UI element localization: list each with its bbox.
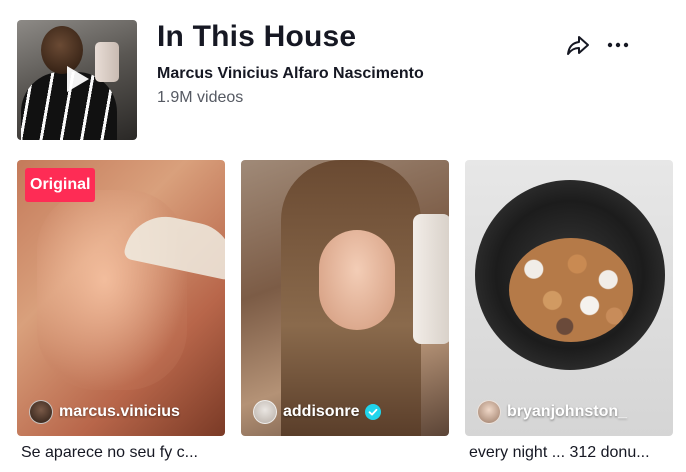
username[interactable]: bryanjohnston_ <box>507 403 627 421</box>
username[interactable]: marcus.vinicius <box>59 403 180 421</box>
play-icon[interactable] <box>67 66 89 92</box>
video-count: 1.9M videos <box>157 89 244 106</box>
thumbnail-detail <box>413 214 449 344</box>
more-button[interactable] <box>605 32 631 58</box>
sound-author[interactable]: Marcus Vinicius Alfaro Nascimento <box>157 65 424 83</box>
video-author[interactable]: addisonre <box>253 400 382 424</box>
share-icon <box>567 36 589 55</box>
more-icon <box>607 42 629 48</box>
thumbnail-detail <box>509 238 633 342</box>
thumbnail-detail <box>319 230 395 330</box>
share-button[interactable] <box>565 32 591 58</box>
video-card[interactable]: Original marcus.vinicius <box>17 160 225 436</box>
video-card[interactable]: addisonre <box>241 160 449 436</box>
sound-cover[interactable] <box>17 20 137 140</box>
cover-phone <box>95 42 119 82</box>
avatar[interactable] <box>253 400 277 424</box>
video-grid: Original marcus.vinicius addisonre bryan… <box>17 160 673 472</box>
video-card[interactable]: bryanjohnston_ <box>465 160 673 436</box>
video-caption[interactable]: every night ... 312 donu... <box>469 444 677 462</box>
video-author[interactable]: marcus.vinicius <box>29 400 180 424</box>
avatar[interactable] <box>477 400 501 424</box>
original-badge: Original <box>25 168 96 202</box>
video-author[interactable]: bryanjohnston_ <box>477 400 627 424</box>
sound-header: In This House Marcus Vinicius Alfaro Nas… <box>17 20 669 140</box>
sound-title: In This House <box>157 20 357 53</box>
verified-icon <box>365 404 382 420</box>
video-caption[interactable]: Se aparece no seu fy c... <box>21 444 229 462</box>
username[interactable]: addisonre <box>283 403 359 421</box>
avatar[interactable] <box>29 400 53 424</box>
